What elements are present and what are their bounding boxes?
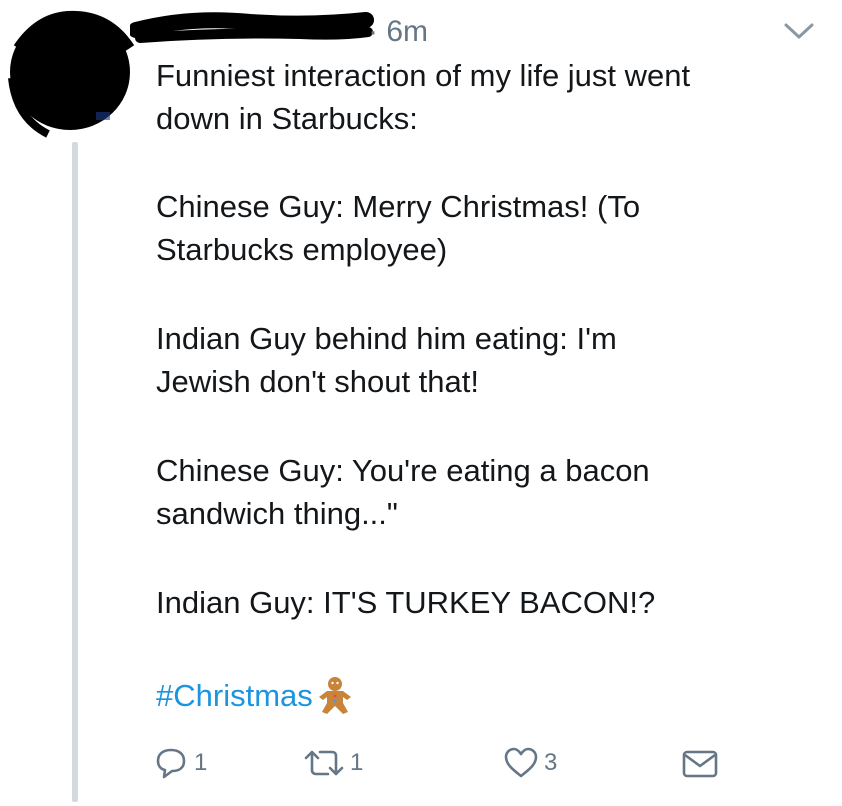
- tweet-timestamp[interactable]: · 6m: [368, 14, 428, 50]
- gingerbread-man-icon: [318, 677, 351, 714]
- heart-icon: [504, 747, 538, 778]
- direct-message-button[interactable]: [680, 738, 720, 788]
- redacted-username: [130, 12, 374, 43]
- thread-line: [72, 142, 78, 802]
- chevron-down-icon[interactable]: [782, 20, 816, 42]
- tweet-paragraph: Chinese Guy: You're eating a bacon sandw…: [156, 453, 650, 531]
- like-count: 3: [544, 749, 558, 776]
- tweet-paragraph: Indian Guy: IT'S TURKEY BACON!?: [156, 585, 656, 620]
- reply-icon: [156, 748, 186, 779]
- reply-count: 1: [194, 749, 208, 776]
- retweet-icon: [304, 750, 344, 776]
- hashtag-row: #Christmas: [156, 670, 353, 720]
- tweet-paragraph: Indian Guy behind him eating: I'm Jewish…: [156, 321, 617, 399]
- tweet-paragraph: Funniest interaction of my life just wen…: [156, 58, 691, 136]
- tweet-actions: 1 1 3: [152, 738, 732, 788]
- tweet-paragraph: Chinese Guy: Merry Christmas! (To Starbu…: [156, 189, 641, 267]
- retweet-count: 1: [350, 749, 364, 776]
- redacted-avatar: [8, 10, 135, 138]
- hashtag-link[interactable]: #Christmas: [156, 674, 313, 717]
- retweet-button[interactable]: 1: [302, 738, 363, 788]
- envelope-icon: [682, 750, 718, 778]
- tweet-text: Funniest interaction of my life just wen…: [156, 54, 816, 670]
- like-button[interactable]: 3: [502, 738, 557, 788]
- reply-button[interactable]: 1: [152, 738, 207, 788]
